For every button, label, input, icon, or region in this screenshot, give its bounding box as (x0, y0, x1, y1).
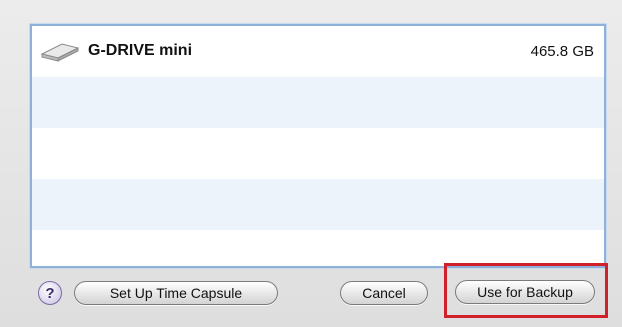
backup-disk-sheet: G-DRIVE mini 465.8 GB ? Set Up Time Caps… (0, 0, 622, 327)
highlight-box (444, 263, 608, 318)
empty-row (32, 179, 604, 230)
list-item[interactable]: G-DRIVE mini 465.8 GB (32, 26, 604, 77)
drive-name: G-DRIVE mini (88, 42, 193, 59)
help-button[interactable]: ? (38, 281, 62, 305)
empty-row (32, 128, 604, 179)
drive-size: 465.8 GB (530, 43, 594, 60)
set-up-time-capsule-button[interactable]: Set Up Time Capsule (74, 281, 278, 305)
cancel-button[interactable]: Cancel (340, 281, 428, 305)
external-drive-icon (40, 43, 80, 62)
empty-row (32, 77, 604, 128)
disk-list[interactable]: G-DRIVE mini 465.8 GB (30, 24, 606, 268)
